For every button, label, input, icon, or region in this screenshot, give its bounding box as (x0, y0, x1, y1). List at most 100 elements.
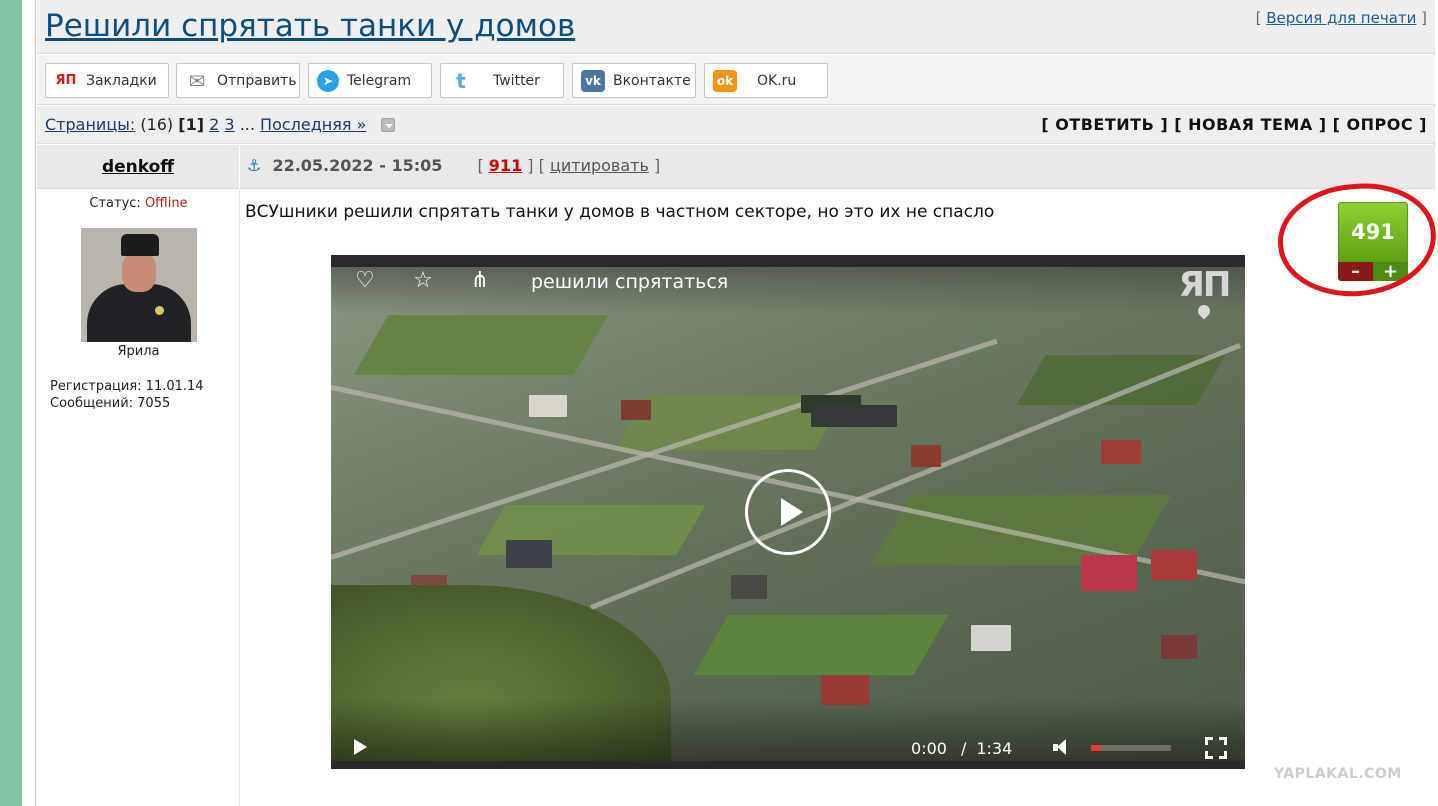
video-current-time: 0:00 (911, 739, 947, 758)
page-link-3[interactable]: 3 (224, 115, 234, 134)
post-number[interactable]: 911 (489, 156, 522, 175)
envelope-icon: ✉ (188, 68, 206, 93)
odnoklassniki-icon: ok (713, 69, 737, 92)
pages-count: (16) (140, 115, 174, 134)
play-icon (781, 498, 803, 526)
video-house (506, 540, 552, 568)
share-icon[interactable]: ⋔ (467, 268, 493, 294)
left-gap (22, 0, 35, 806)
time-separator: / (960, 739, 967, 758)
topic-actions[interactable]: [ ОТВЕТИТЬ ] [ НОВАЯ ТЕМА ] [ ОПРОС ] (1041, 115, 1427, 134)
play-small-icon[interactable] (354, 739, 367, 755)
video-field (693, 615, 949, 675)
telegram-icon: ➤ (317, 69, 339, 92)
share-label-twitter: Twitter (493, 72, 540, 89)
print-bracket-close: ] (1416, 9, 1427, 27)
bracket-mid: ] [ (522, 156, 550, 175)
yaplakal-icon: ЯП (55, 73, 77, 88)
video-controls (331, 699, 1245, 769)
site-watermark: YAPLAKAL.COM (1274, 766, 1402, 782)
author-name[interactable]: denkoff (102, 157, 174, 177)
video-title: решили спрятаться (531, 271, 729, 293)
video-field (353, 315, 609, 375)
anchor-icon[interactable]: ⚓ (247, 156, 261, 175)
avatar-badge (155, 306, 164, 315)
print-version: [ Версия для печати ] (1256, 9, 1427, 27)
video-channel-logo: ЯП (1173, 265, 1235, 320)
author-stats: Регистрация: 11.01.14 Сообщений: 7055 (50, 378, 204, 412)
video-house (621, 400, 651, 420)
pagination: Страницы: (16) [1] 2 3 ... Последняя » (45, 115, 396, 134)
video-house (1151, 550, 1197, 580)
share-button-send[interactable]: ✉ Отправить (176, 63, 300, 98)
quote-link[interactable]: цитировать (550, 156, 649, 175)
video-duration: 1:34 (976, 739, 1013, 758)
topic-title[interactable]: Решили спрятать танки у домов (45, 8, 575, 44)
current-page: [1] (178, 115, 205, 134)
video-logo-text: ЯП (1178, 265, 1232, 305)
share-label-telegram: Telegram (347, 72, 412, 89)
video-top-band (331, 255, 1245, 267)
avatar-body (87, 284, 191, 342)
video-house (1161, 635, 1197, 659)
drop-icon (1195, 302, 1213, 320)
author-registration: Регистрация: 11.01.14 (50, 379, 204, 394)
avatar[interactable] (81, 228, 197, 342)
share-label-send: Отправить (217, 72, 297, 89)
volume-icon-cone (1057, 739, 1066, 755)
author-nick: Ярила (117, 344, 160, 359)
bracket-open: [ (477, 156, 489, 175)
avatar-hat (121, 234, 159, 256)
share-label-bookmarks: Закладки (86, 72, 157, 89)
pages-label[interactable]: Страницы: (45, 115, 135, 134)
pagination-bar: Страницы: (16) [1] 2 3 ... Последняя » [… (37, 106, 1435, 144)
post-header: denkoff ⚓ 22.05.2022 - 15:05 [ 911 ] [ ц… (37, 145, 1435, 189)
vk-icon: vk (581, 69, 605, 92)
share-bar: ЯП Закладки ✉ Отправить ➤ Telegram t Twi… (37, 55, 1435, 105)
video-house (1081, 555, 1137, 591)
status-value: Offline (144, 196, 188, 211)
volume-level (1091, 745, 1101, 751)
post-body: ВСУшники решили спрятать танки у домов в… (241, 190, 1435, 806)
author-cell: denkoff (37, 145, 240, 189)
topic-title-bar: Решили спрятать танки у домов [ Версия д… (37, 0, 1435, 54)
volume-slider[interactable] (1091, 745, 1171, 751)
left-border-strip (0, 0, 22, 806)
author-status: Статус: Offline (37, 196, 240, 211)
fullscreen-icon[interactable] (1205, 737, 1227, 759)
forum-post-frame: Решили спрятать танки у домов [ Версия д… (35, 0, 1435, 806)
print-version-link[interactable]: Версия для печати (1266, 9, 1416, 27)
page-link-2[interactable]: 2 (209, 115, 219, 134)
share-button-bookmarks[interactable]: ЯП Закладки (45, 63, 169, 98)
heart-icon[interactable]: ♡ (352, 268, 378, 294)
author-sidebar: Статус: Offline Ярила Регистрация: 11.01… (37, 190, 240, 806)
share-button-twitter[interactable]: t Twitter (440, 63, 564, 98)
avatar-face (122, 252, 156, 292)
share-label-ok: OK.ru (757, 72, 797, 89)
post-date: 22.05.2022 - 15:05 (272, 156, 443, 175)
video-house (731, 575, 767, 599)
share-button-telegram[interactable]: ➤ Telegram (308, 63, 432, 98)
volume-icon[interactable] (1053, 738, 1071, 756)
video-play-button[interactable] (745, 469, 831, 555)
star-icon[interactable]: ☆ (410, 268, 436, 294)
video-house (811, 405, 897, 427)
last-page-link[interactable]: Последняя » (260, 115, 366, 134)
share-button-vkontakte[interactable]: vk Вконтакте (572, 63, 696, 98)
pages-ellipsis: ... (239, 115, 255, 134)
status-label: Статус: (89, 196, 141, 211)
post-text: ВСУшники решили спрятать танки у домов в… (245, 202, 995, 222)
twitter-icon: t (456, 68, 466, 93)
video-bottom-band (331, 761, 1245, 769)
share-button-ok[interactable]: ok OK.ru (704, 63, 828, 98)
video-house (1101, 440, 1141, 464)
video-house (971, 625, 1011, 651)
video-house (911, 445, 941, 467)
video-house (529, 395, 567, 417)
post-meta: ⚓ 22.05.2022 - 15:05 [ 911 ] [ цитироват… (247, 156, 660, 175)
print-bracket-open: [ (1255, 9, 1267, 27)
video-player[interactable]: ♡ ☆ ⋔ решили спрятаться ЯП 0:00 / 1:34 (331, 255, 1245, 769)
bracket-close: ] (648, 156, 661, 175)
page-menu-icon[interactable] (381, 118, 396, 132)
share-label-vkontakte: Вконтакте (613, 72, 691, 89)
